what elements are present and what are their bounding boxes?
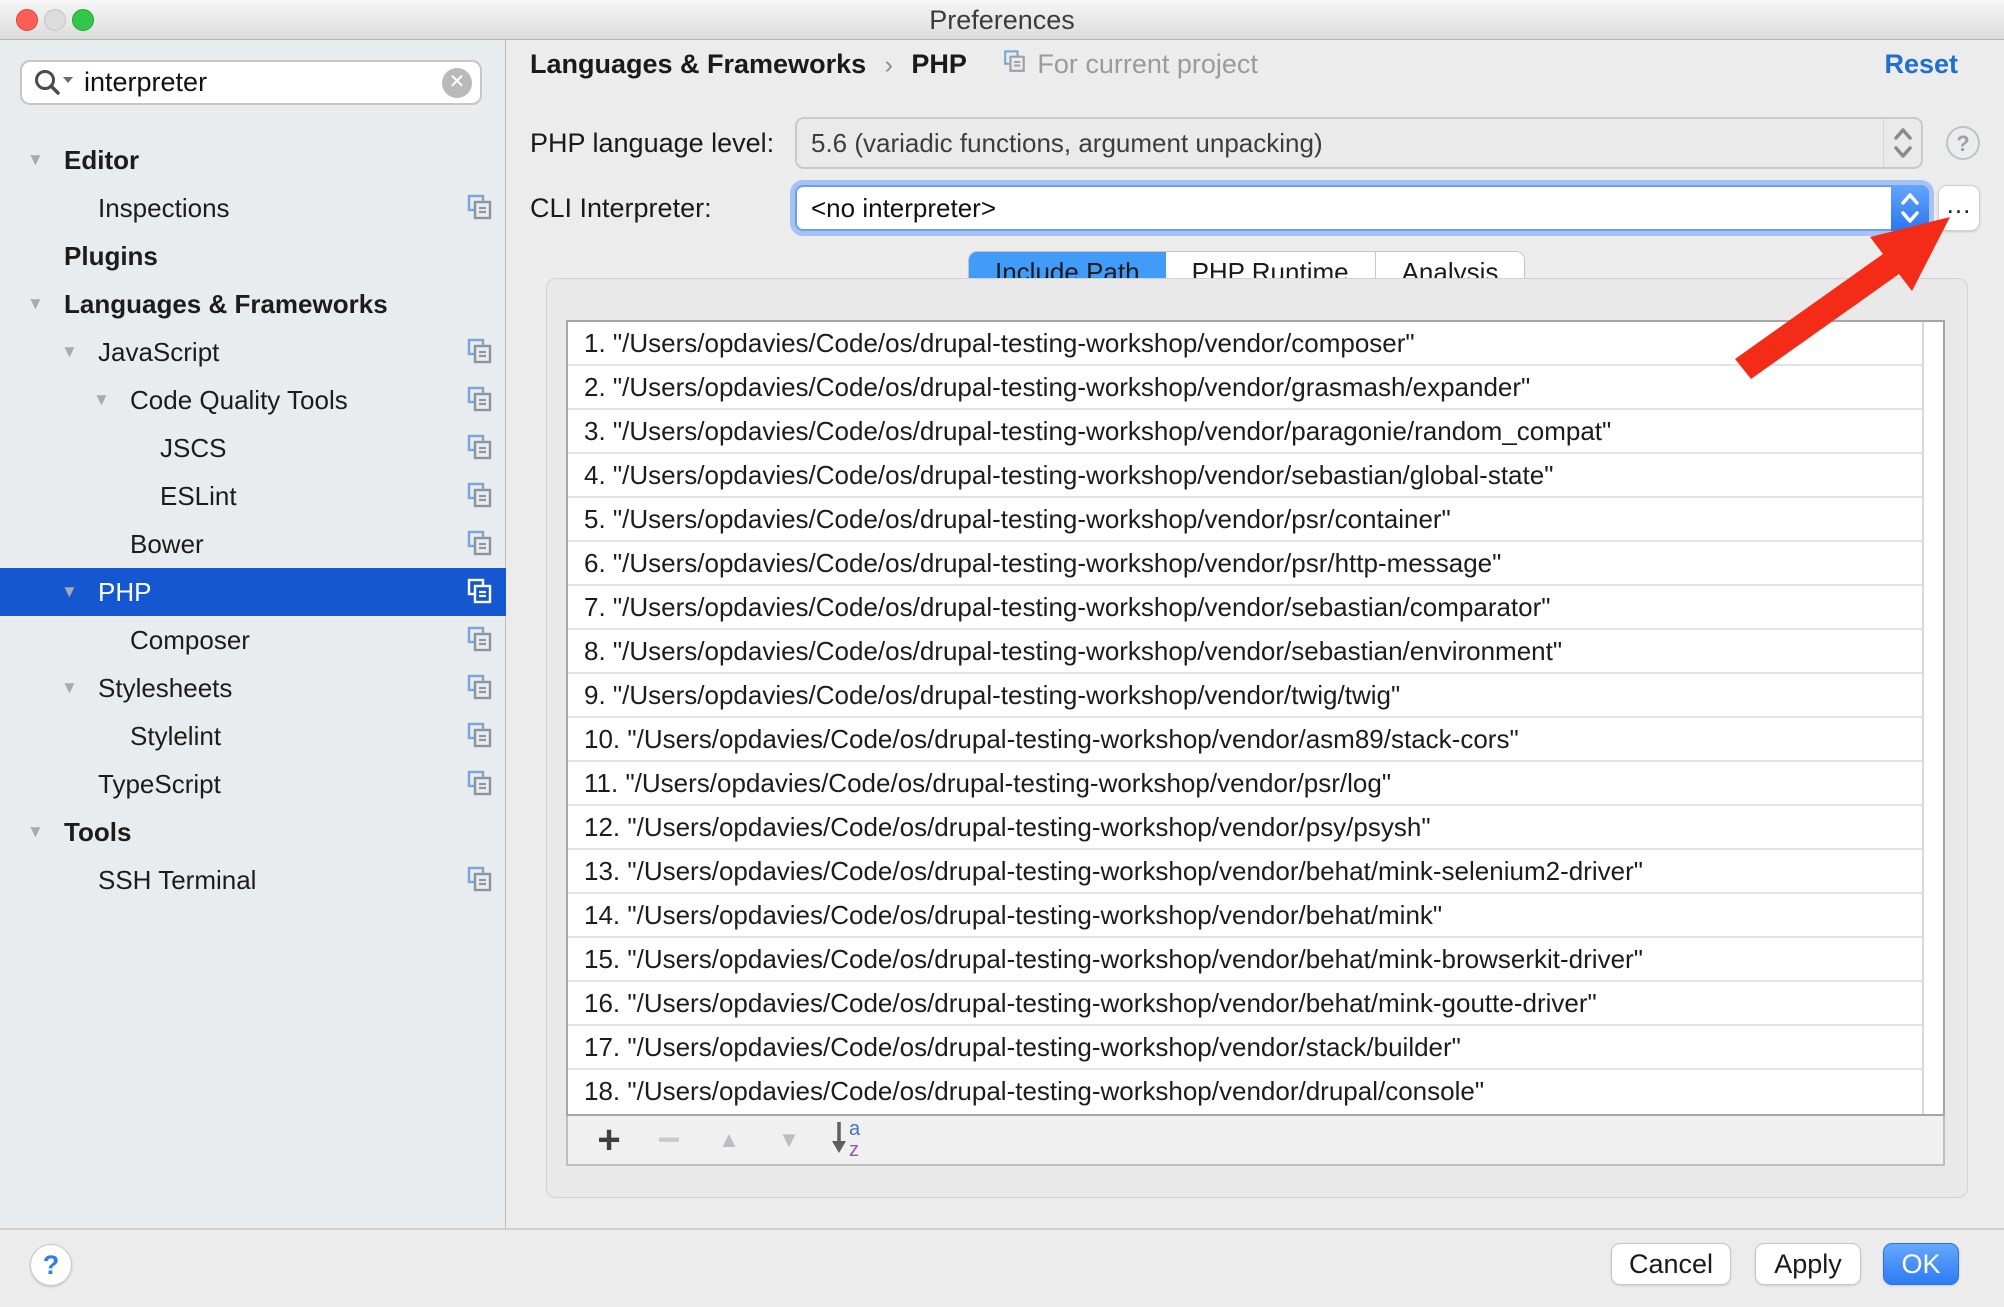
include-path-row[interactable]: 15. "/Users/opdavies/Code/os/drupal-test… (568, 938, 1943, 982)
sidebar-item-label: Tools (64, 808, 131, 856)
project-copy-icon (999, 47, 1029, 86)
cancel-button[interactable]: Cancel (1611, 1243, 1731, 1285)
sidebar-item-inspections[interactable]: Inspections (0, 184, 506, 232)
sidebar-item-jscs[interactable]: JSCS (0, 424, 506, 472)
language-level-value: 5.6 (variadic functions, argument unpack… (811, 119, 1323, 167)
move-up-icon: ▲ (708, 1117, 750, 1163)
remove-icon: − (648, 1118, 690, 1162)
sidebar-item-label: Inspections (98, 184, 230, 232)
sidebar-item-bower[interactable]: Bower (0, 520, 506, 568)
sidebar-item-stylelint[interactable]: Stylelint (0, 712, 506, 760)
sidebar-item-ssh-terminal[interactable]: SSH Terminal (0, 856, 506, 904)
stepper-chevrons-icon[interactable] (1891, 185, 1929, 231)
include-path-row[interactable]: 8. "/Users/opdavies/Code/os/drupal-testi… (568, 630, 1943, 674)
language-level-label: PHP language level: (530, 117, 774, 169)
include-path-row[interactable]: 1. "/Users/opdavies/Code/os/drupal-testi… (568, 322, 1943, 366)
browse-interpreters-button[interactable]: ... (1938, 185, 1980, 231)
sidebar-item-stylesheets[interactable]: ▼ Stylesheets (0, 664, 506, 712)
include-path-row[interactable]: 17. "/Users/opdavies/Code/os/drupal-test… (568, 1026, 1943, 1070)
close-window-button[interactable] (16, 9, 38, 31)
include-path-row[interactable]: 6. "/Users/opdavies/Code/os/drupal-testi… (568, 542, 1943, 586)
chevron-down-icon[interactable]: ▼ (61, 568, 78, 616)
breadcrumb-separator: › (871, 51, 907, 79)
svg-text:z: z (849, 1139, 859, 1160)
list-toolbar: +−▲ ▼ a z (566, 1116, 1945, 1166)
cli-interpreter-label: CLI Interpreter: (530, 185, 712, 231)
include-path-row[interactable]: 2. "/Users/opdavies/Code/os/drupal-testi… (568, 366, 1943, 410)
sidebar-item-code-quality-tools[interactable]: ▼ Code Quality Tools (0, 376, 506, 424)
sidebar-item-plugins[interactable]: Plugins (0, 232, 506, 280)
zoom-window-button[interactable] (72, 9, 94, 31)
sidebar-item-label: PHP (98, 568, 151, 616)
sidebar-item-javascript[interactable]: ▼ JavaScript (0, 328, 506, 376)
cli-interpreter-value: <no interpreter> (811, 187, 996, 229)
chevron-down-icon[interactable]: ▼ (61, 664, 78, 712)
sidebar-item-label: ESLint (160, 472, 237, 520)
sidebar-item-label: JSCS (160, 424, 226, 472)
stepper-chevrons-icon[interactable] (1883, 119, 1921, 167)
reset-link[interactable]: Reset (1884, 46, 1958, 82)
sidebar-item-label: JavaScript (98, 328, 219, 376)
include-path-row[interactable]: 18. "/Users/opdavies/Code/os/drupal-test… (568, 1070, 1943, 1114)
help-button[interactable]: ? (30, 1244, 72, 1286)
sidebar-item-label: Stylelint (130, 712, 221, 760)
include-path-row[interactable]: 7. "/Users/opdavies/Code/os/drupal-testi… (568, 586, 1943, 630)
include-path-row[interactable]: 14. "/Users/opdavies/Code/os/drupal-test… (568, 894, 1943, 938)
chevron-down-icon[interactable]: ▼ (93, 376, 110, 424)
window-title: Preferences (0, 0, 2004, 40)
page-title: PHP (911, 49, 967, 79)
chevron-down-icon[interactable]: ▼ (27, 136, 44, 184)
sidebar-item-typescript[interactable]: TypeScript (0, 760, 506, 808)
sidebar-item-eslint[interactable]: ESLint (0, 472, 506, 520)
apply-button[interactable]: Apply (1755, 1243, 1861, 1285)
minimize-window-button (44, 9, 66, 31)
footer-divider (0, 1228, 2004, 1230)
sidebar-item-tools[interactable]: ▼ Tools (0, 808, 506, 856)
add-icon[interactable]: + (588, 1118, 630, 1162)
project-copy-icon (462, 863, 496, 912)
window-titlebar: Preferences (0, 0, 2004, 40)
include-path-row[interactable]: 13. "/Users/opdavies/Code/os/drupal-test… (568, 850, 1943, 894)
svg-text:a: a (849, 1118, 861, 1140)
clear-search-icon[interactable]: ✕ (442, 68, 472, 98)
language-level-help-icon[interactable]: ? (1946, 126, 1980, 160)
include-path-row[interactable]: 11. "/Users/opdavies/Code/os/drupal-test… (568, 762, 1943, 806)
breadcrumb-parent[interactable]: Languages & Frameworks (530, 49, 866, 79)
sidebar-item-label: Code Quality Tools (130, 376, 348, 424)
include-path-row[interactable]: 12. "/Users/opdavies/Code/os/drupal-test… (568, 806, 1943, 850)
include-path-row[interactable]: 10. "/Users/opdavies/Code/os/drupal-test… (568, 718, 1943, 762)
scrollbar-track[interactable] (1922, 322, 1943, 1114)
chevron-down-icon[interactable]: ▼ (27, 808, 44, 856)
sidebar-item-label: Bower (130, 520, 204, 568)
language-level-select[interactable]: 5.6 (variadic functions, argument unpack… (795, 117, 1923, 169)
search-icon (32, 68, 76, 98)
sort-alphabetically-icon[interactable]: a z (828, 1116, 870, 1165)
sidebar-item-label: Plugins (64, 232, 158, 280)
sidebar-item-editor[interactable]: ▼ Editor (0, 136, 506, 184)
include-path-row[interactable]: 5. "/Users/opdavies/Code/os/drupal-testi… (568, 498, 1943, 542)
include-path-row[interactable]: 16. "/Users/opdavies/Code/os/drupal-test… (568, 982, 1943, 1026)
include-path-row[interactable]: 4. "/Users/opdavies/Code/os/drupal-testi… (568, 454, 1943, 498)
move-down-icon: ▼ (768, 1117, 810, 1163)
search-input[interactable] (20, 60, 482, 105)
breadcrumb: Languages & Frameworks › PHP For current… (530, 46, 1258, 82)
sidebar-item-composer[interactable]: Composer (0, 616, 506, 664)
sidebar-item-label: Composer (130, 616, 250, 664)
settings-sidebar: ✕ ▼EditorInspections Plugins▼Languages &… (0, 40, 506, 1229)
sidebar-item-label: Languages & Frameworks (64, 280, 388, 328)
scope-label: For current project (999, 49, 1258, 79)
include-path-row[interactable]: 9. "/Users/opdavies/Code/os/drupal-testi… (568, 674, 1943, 718)
sidebar-item-label: SSH Terminal (98, 856, 256, 904)
sidebar-item-languages-frameworks[interactable]: ▼ Languages & Frameworks (0, 280, 506, 328)
sidebar-item-label: Editor (64, 136, 139, 184)
cli-interpreter-combobox[interactable]: <no interpreter> (795, 185, 1929, 231)
chevron-down-icon[interactable]: ▼ (27, 280, 44, 328)
chevron-down-icon[interactable]: ▼ (61, 328, 78, 376)
sidebar-item-php[interactable]: ▼ PHP (0, 568, 506, 616)
include-path-row[interactable]: 3. "/Users/opdavies/Code/os/drupal-testi… (568, 410, 1943, 454)
sidebar-item-label: TypeScript (98, 760, 221, 808)
include-path-list: 1. "/Users/opdavies/Code/os/drupal-testi… (566, 320, 1945, 1116)
ok-button[interactable]: OK (1883, 1243, 1959, 1285)
sidebar-item-label: Stylesheets (98, 664, 232, 712)
